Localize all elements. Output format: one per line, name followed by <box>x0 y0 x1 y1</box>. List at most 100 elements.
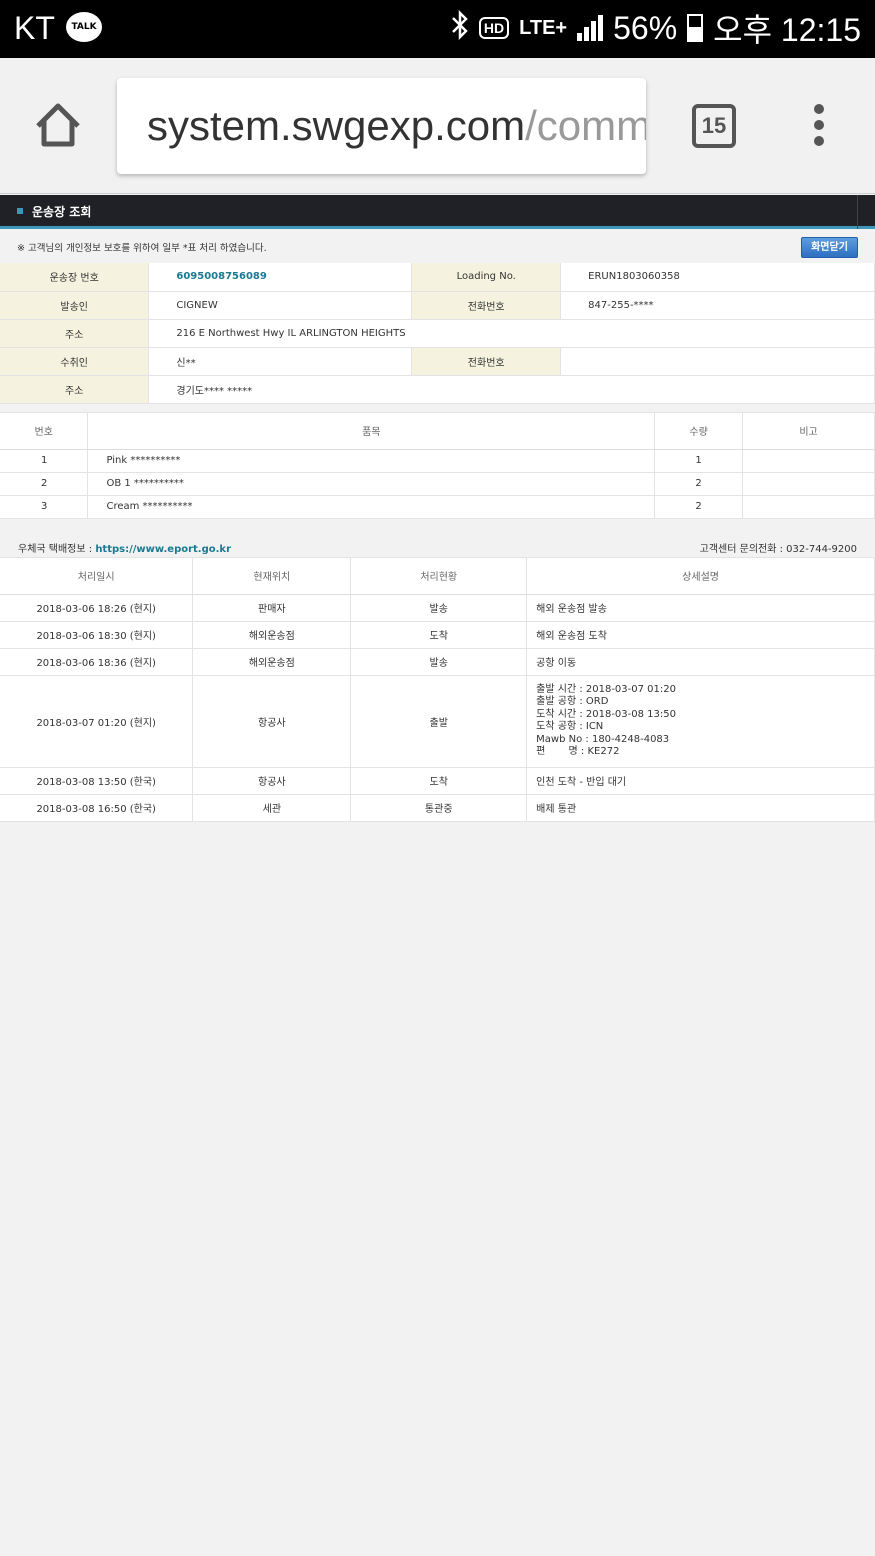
column-header: 현재위치 <box>192 556 352 595</box>
tracking-datetime: 2018-03-08 13:50 (한국) <box>0 767 194 795</box>
tracking-location: 해외운송점 <box>192 648 352 676</box>
table-row: 발송인 CIGNEW 전화번호 847-255-**** <box>0 291 875 320</box>
item-note <box>742 449 875 473</box>
clock: 오후 12:15 <box>713 12 861 48</box>
receiver-phone-value <box>560 347 875 376</box>
table-row: 2018-03-08 13:50 (한국) 항공사 도착 인천 도착 - 반입 … <box>0 767 875 795</box>
tracking-datetime: 2018-03-06 18:36 (현지) <box>0 648 194 676</box>
url-path: /comm <box>525 102 646 149</box>
page-content: 운송장 조회 ※ 고객님의 개인정보 보호를 위하여 일부 *표 처리 하였습니… <box>0 195 875 1556</box>
table-row: 2 OB 1 ********** 2 <box>0 472 875 496</box>
page-title-bar: 운송장 조회 <box>0 195 875 229</box>
battery-icon <box>687 14 704 42</box>
table-row: 2018-03-07 01:20 (현지) 항공사 출발 출발 시간 : 201… <box>0 675 875 768</box>
close-screen-button[interactable]: 화면닫기 <box>801 237 858 258</box>
tracking-status: 발송 <box>350 648 528 676</box>
item-number: 3 <box>0 495 89 519</box>
item-note <box>742 472 875 496</box>
column-header: 처리현황 <box>350 556 528 595</box>
receiver-address-value: 경기도**** ***** <box>148 375 875 404</box>
detail-line: 출발 시간 : 2018-03-07 01:20 <box>536 683 676 695</box>
tracking-location: 해외운송점 <box>192 621 352 649</box>
title-bullet-icon <box>17 208 23 214</box>
table-row: 수취인 신** 전화번호 <box>0 347 875 376</box>
detail-line: Mawb No : 180-4248-4083 <box>536 733 670 745</box>
receiver-value: 신** <box>148 347 413 376</box>
eport-link[interactable]: https://www.eport.go.kr <box>95 544 231 555</box>
post-info: 우체국 택배정보 : https://www.eport.go.kr <box>18 540 231 555</box>
sender-address-value: 216 E Northwest Hwy IL ARLINGTON HEIGHTS <box>148 319 875 348</box>
item-note <box>742 495 875 519</box>
item-name: OB 1 ********** <box>87 472 656 496</box>
page-title: 운송장 조회 <box>32 205 92 219</box>
table-row: 2018-03-06 18:36 (현지) 해외운송점 발송 공항 이동 <box>0 648 875 676</box>
sender-phone-label: 전화번호 <box>411 291 562 320</box>
table-row: 주소 경기도**** ***** <box>0 375 875 404</box>
tracking-detail: 해외 운송점 발송 <box>526 594 875 622</box>
detail-line: 도착 시간 : 2018-03-08 13:50 <box>536 708 676 720</box>
tracking-location: 판매자 <box>192 594 352 622</box>
column-header: 비고 <box>742 411 875 450</box>
tracking-detail: 공항 이동 <box>526 648 875 676</box>
tracking-datetime: 2018-03-07 01:20 (현지) <box>0 675 194 768</box>
bluetooth-icon <box>451 9 469 47</box>
browser-toolbar: system.swgexp.com/comm 15 <box>0 58 875 194</box>
tracking-location: 항공사 <box>192 675 352 768</box>
sender-value: CIGNEW <box>148 291 413 320</box>
receiver-address-label: 주소 <box>0 375 150 404</box>
table-row: 3 Cream ********** 2 <box>0 495 875 519</box>
receiver-label: 수취인 <box>0 347 150 376</box>
tracking-status: 출발 <box>350 675 528 768</box>
table-row: 2018-03-08 16:50 (한국) 세관 통관중 배제 통관 <box>0 794 875 822</box>
battery-percent: 56% <box>613 9 678 46</box>
tracking-detail: 출발 시간 : 2018-03-07 01:20 출발 공항 : ORD 도착 … <box>526 675 875 768</box>
tracking-status: 도착 <box>350 767 528 795</box>
column-header: 처리일시 <box>0 556 194 595</box>
url-host: system.swgexp.com <box>147 102 526 149</box>
sender-label: 발송인 <box>0 291 150 320</box>
tracking-datetime: 2018-03-08 16:50 (한국) <box>0 794 194 822</box>
waybill-label: 운송장 번호 <box>0 263 150 292</box>
item-name: Cream ********** <box>87 495 656 519</box>
loading-label: Loading No. <box>411 263 562 292</box>
table-row: 2018-03-06 18:30 (현지) 해외운송점 도착 해외 운송점 도착 <box>0 621 875 649</box>
hd-voice-icon: HD <box>478 17 510 39</box>
tracking-datetime: 2018-03-06 18:26 (현지) <box>0 594 194 622</box>
home-icon[interactable] <box>32 100 84 152</box>
post-info-label: 우체국 택배정보 : <box>18 543 96 555</box>
item-number: 2 <box>0 472 89 496</box>
column-header: 상세설명 <box>526 556 875 595</box>
tracking-location: 항공사 <box>192 767 352 795</box>
waybill-value: 6095008756089 <box>148 263 413 292</box>
carrier-label: KT <box>14 10 55 46</box>
signal-icon <box>577 15 604 41</box>
tracking-status: 발송 <box>350 594 528 622</box>
tabs-icon[interactable]: 15 <box>692 104 736 148</box>
shipment-info-table: 운송장 번호 6095008756089 Loading No. ERUN180… <box>0 263 875 404</box>
tracking-detail: 인천 도착 - 반입 대기 <box>526 767 875 795</box>
notice-row: ※ 고객님의 개인정보 보호를 위하여 일부 *표 처리 하였습니다. 화면닫기 <box>0 229 875 263</box>
receiver-phone-label: 전화번호 <box>411 347 562 376</box>
status-icons: HD LTE+ 56% 오후 12:15 <box>451 8 861 48</box>
table-row: 주소 216 E Northwest Hwy IL ARLINGTON HEIG… <box>0 319 875 348</box>
column-header: 품목 <box>87 411 656 450</box>
tracking-status: 통관중 <box>350 794 528 822</box>
loading-value: ERUN1803060358 <box>560 263 875 292</box>
more-vert-icon[interactable] <box>808 104 830 152</box>
post-info-row: 우체국 택배정보 : https://www.eport.go.kr 고객센터 … <box>0 519 875 557</box>
table-header-row: 번호 품목 수량 비고 <box>0 411 875 450</box>
url-bar[interactable]: system.swgexp.com/comm <box>117 78 646 174</box>
table-row: 1 Pink ********** 1 <box>0 449 875 473</box>
kakaotalk-icon: TALK <box>66 12 102 42</box>
detail-line: 도착 공항 : ICN <box>536 721 604 732</box>
lte-icon: LTE+ <box>519 16 568 39</box>
privacy-notice: ※ 고객님의 개인정보 보호를 위하여 일부 *표 처리 하였습니다. <box>17 243 267 254</box>
item-quantity: 1 <box>654 449 744 473</box>
tracking-location: 세관 <box>192 794 352 822</box>
status-bar: KT TALK HD LTE+ 56% 오후 12:15 <box>0 0 875 58</box>
tracking-table: 처리일시 현재위치 처리현황 상세설명 2018-03-06 18:26 (현지… <box>0 556 875 822</box>
items-table: 번호 품목 수량 비고 1 Pink ********** 1 2 OB 1 *… <box>0 411 875 519</box>
tracking-detail: 해외 운송점 도착 <box>526 621 875 649</box>
sender-phone-value: 847-255-**** <box>560 291 875 320</box>
detail-line: 출발 공항 : ORD <box>536 696 609 707</box>
